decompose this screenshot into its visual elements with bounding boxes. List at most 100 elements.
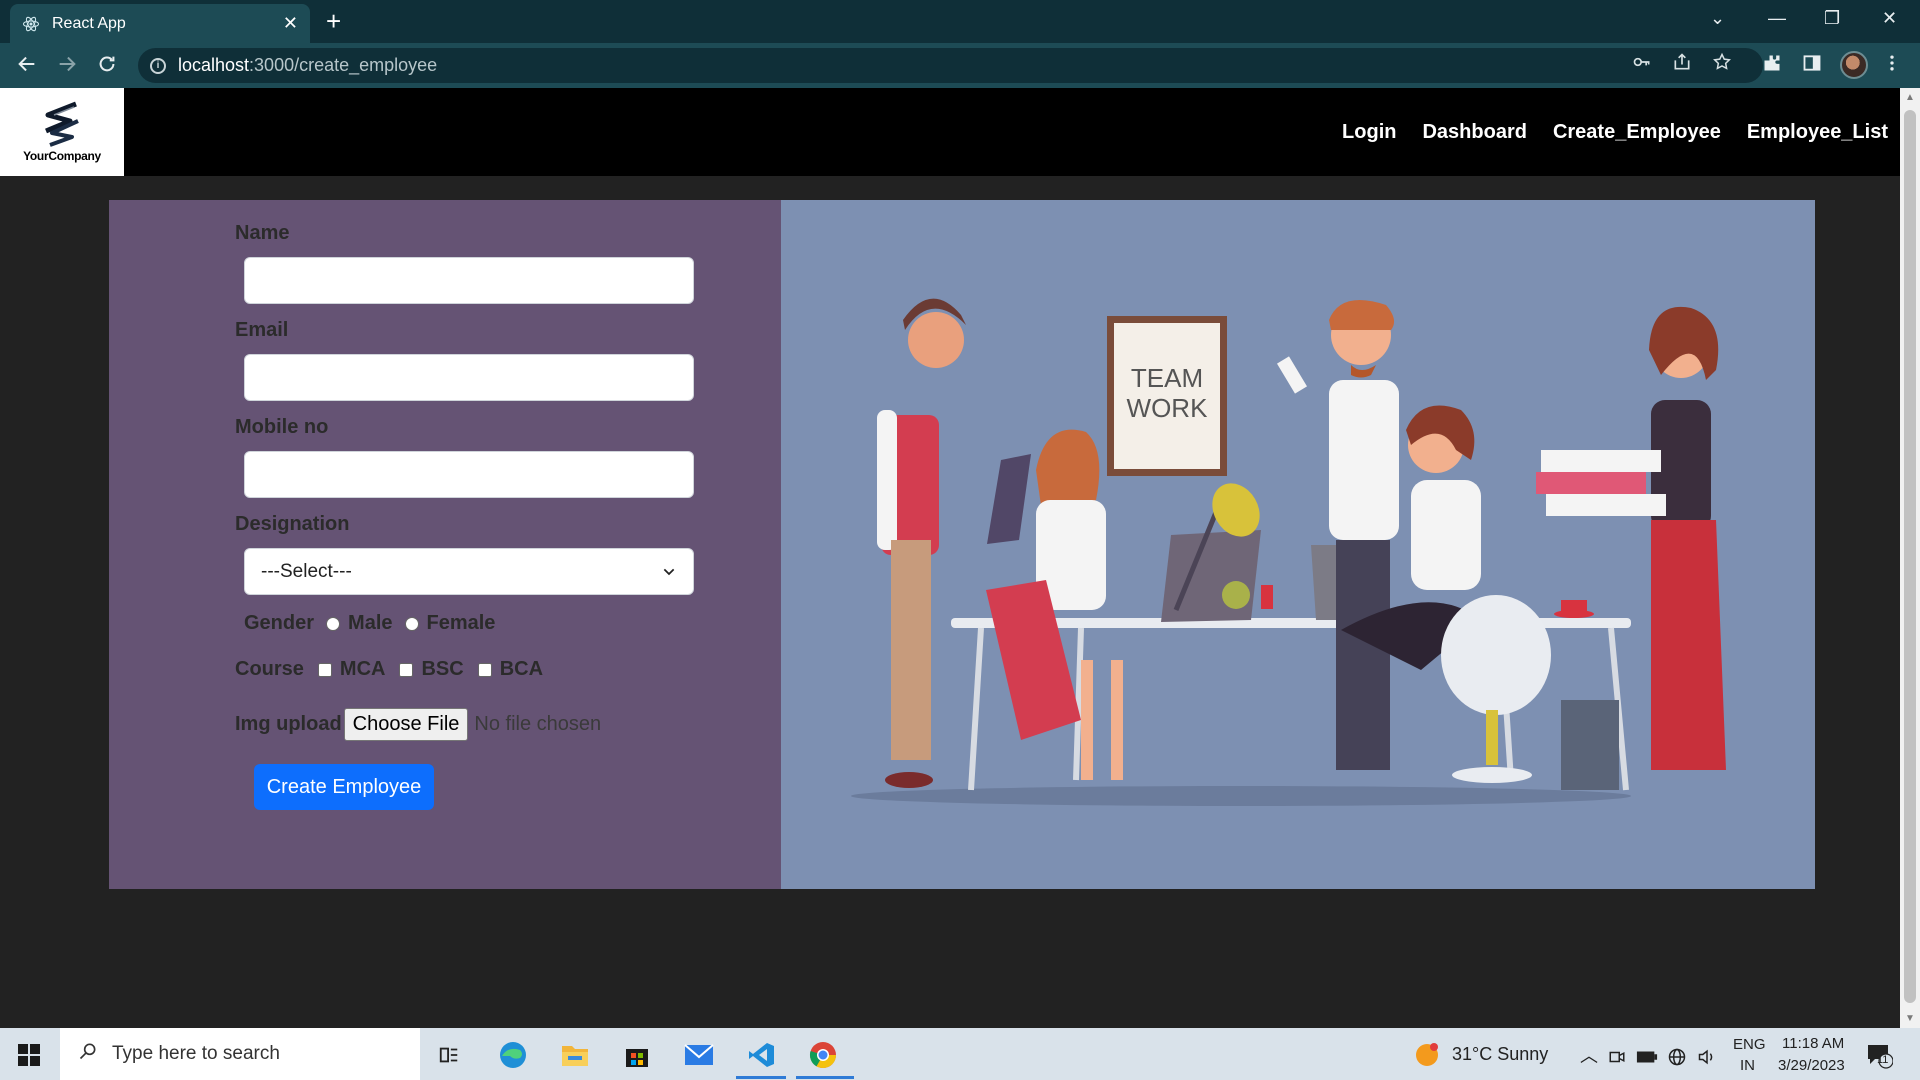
extensions-icon[interactable] (1762, 53, 1782, 79)
chrome-active-indicator (796, 1076, 854, 1079)
forward-arrow-icon (59, 56, 76, 72)
site-info-icon[interactable]: i (150, 57, 166, 74)
scrollbar-thumb[interactable] (1904, 110, 1916, 1003)
reload-icon (99, 56, 115, 72)
poster-line-2: WORK (1127, 393, 1209, 423)
share-icon[interactable] (1672, 52, 1692, 77)
taskbar-search-input[interactable]: Type here to search (60, 1028, 420, 1080)
tab-close-icon[interactable]: ✕ (283, 13, 298, 34)
chevron-down-icon (663, 568, 675, 575)
url-input[interactable]: i localhost:3000/create_employee (138, 48, 1763, 83)
bookmark-star-icon[interactable] (1712, 52, 1732, 77)
back-arrow-icon (18, 56, 35, 72)
course-bsc-checkbox[interactable] (399, 662, 414, 677)
top-navbar: YourCompany Login Dashboard Create_Emplo… (0, 88, 1900, 176)
network-globe-icon[interactable] (1664, 1040, 1690, 1074)
gender-male-radio[interactable] (326, 616, 341, 631)
language-line-1[interactable]: ENG (1733, 1036, 1766, 1053)
nav-login-link[interactable]: Login (1342, 121, 1396, 144)
battery-icon[interactable] (1634, 1040, 1660, 1074)
url-host: localhost (178, 55, 250, 75)
mail-icon[interactable] (682, 1038, 716, 1072)
nav-links: Login Dashboard Create_Employee Employee… (1342, 88, 1888, 176)
img-upload-row: Img upload Choose File No file chosen (235, 708, 601, 741)
weather-sun-icon[interactable] (1410, 1038, 1444, 1072)
name-label: Name (235, 222, 290, 244)
tray-chevron-up-icon[interactable]: ︿ (1580, 1042, 1598, 1068)
logo-text: YourCompany (23, 149, 101, 163)
address-bar-row: i localhost:3000/create_employee (0, 43, 1920, 88)
course-mca-label[interactable]: MCA (340, 658, 386, 681)
windows-start-icon[interactable] (18, 1044, 40, 1066)
company-logo[interactable]: YourCompany (0, 88, 124, 176)
edge-browser-icon[interactable] (496, 1038, 530, 1072)
page-scrollbar[interactable]: ▲ ▼ (1900, 88, 1920, 1028)
gender-row: Gender Male Female (244, 612, 495, 635)
course-row: Course MCA BSC BCA (235, 658, 543, 681)
designation-selected-value: ---Select--- (261, 560, 352, 582)
browser-tab[interactable]: React App ✕ (10, 4, 310, 43)
name-input[interactable] (244, 257, 694, 304)
email-input[interactable] (244, 354, 694, 401)
side-panel-icon[interactable] (1802, 53, 1822, 79)
back-button[interactable] (16, 53, 38, 80)
choose-file-button[interactable]: Choose File (343, 708, 469, 741)
meet-now-icon[interactable] (1604, 1040, 1630, 1074)
task-view-icon[interactable] (432, 1038, 466, 1072)
team-work-illustration-image: TEAM WORK (851, 298, 1726, 806)
course-bsc-label[interactable]: BSC (421, 658, 463, 681)
chrome-icon[interactable] (806, 1038, 840, 1072)
scroll-up-icon[interactable]: ▲ (1905, 92, 1915, 103)
reload-button[interactable] (96, 53, 118, 80)
scroll-down-icon[interactable]: ▼ (1905, 1013, 1915, 1024)
designation-select[interactable]: ---Select--- (244, 548, 694, 595)
tab-search-icon[interactable]: ⌄ (1710, 8, 1725, 29)
kebab-menu-icon[interactable] (1888, 53, 1896, 79)
course-bca-checkbox[interactable] (477, 662, 492, 677)
create-employee-card: Name Email Mobile no Designation ---Sele… (109, 200, 1815, 889)
nav-create-employee-link[interactable]: Create_Employee (1553, 121, 1721, 144)
tab-title: React App (52, 14, 126, 32)
minimize-button[interactable]: — (1768, 8, 1786, 29)
gender-label: Gender (244, 612, 315, 634)
url-path: :3000/create_employee (249, 55, 438, 75)
email-label: Email (235, 319, 289, 341)
course-mca-checkbox[interactable] (317, 662, 332, 677)
language-line-2[interactable]: IN (1740, 1057, 1755, 1074)
mobile-label: Mobile no (235, 416, 329, 438)
nav-dashboard-link[interactable]: Dashboard (1422, 121, 1526, 144)
employee-form: Name Email Mobile no Designation ---Sele… (109, 200, 781, 889)
volume-icon[interactable] (1694, 1040, 1720, 1074)
profile-avatar[interactable] (1840, 51, 1868, 79)
microsoft-store-icon[interactable] (620, 1038, 654, 1072)
course-bca-label[interactable]: BCA (500, 658, 543, 681)
vscode-active-indicator (736, 1076, 786, 1079)
course-label: Course (235, 658, 304, 680)
close-window-button[interactable]: ✕ (1882, 8, 1897, 29)
restore-button[interactable]: ❐ (1824, 8, 1840, 29)
forward-button[interactable] (56, 53, 78, 80)
designation-label: Designation (235, 513, 350, 535)
browser-tab-strip: React App ✕ + ⌄ — ❐ ✕ (0, 0, 1920, 43)
logo-label: YourCompany (23, 149, 101, 163)
gender-male-label[interactable]: Male (348, 612, 392, 635)
notification-count: 11 (1877, 1054, 1889, 1066)
create-employee-button[interactable]: Create Employee (254, 764, 434, 810)
clock-date[interactable]: 3/29/2023 (1778, 1057, 1845, 1074)
nav-employee-list-link[interactable]: Employee_List (1747, 121, 1888, 144)
new-tab-button[interactable]: + (326, 8, 341, 34)
gender-female-radio[interactable] (404, 616, 419, 631)
key-icon[interactable] (1632, 52, 1652, 77)
vscode-icon[interactable] (744, 1038, 778, 1072)
gender-female-label[interactable]: Female (427, 612, 496, 635)
clock-time[interactable]: 11:18 AM (1782, 1035, 1844, 1052)
search-icon (78, 1041, 98, 1067)
file-explorer-icon[interactable] (558, 1038, 592, 1072)
logo-mark-icon (45, 101, 79, 147)
file-status-text: No file chosen (474, 713, 602, 735)
poster-line-1: TEAM (1131, 363, 1203, 393)
windows-taskbar: Type here to search 31°C Sunny ︿ ENG IN … (0, 1028, 1920, 1080)
mobile-input[interactable] (244, 451, 694, 498)
search-placeholder: Type here to search (112, 1043, 280, 1064)
weather-text[interactable]: 31°C Sunny (1452, 1044, 1548, 1065)
